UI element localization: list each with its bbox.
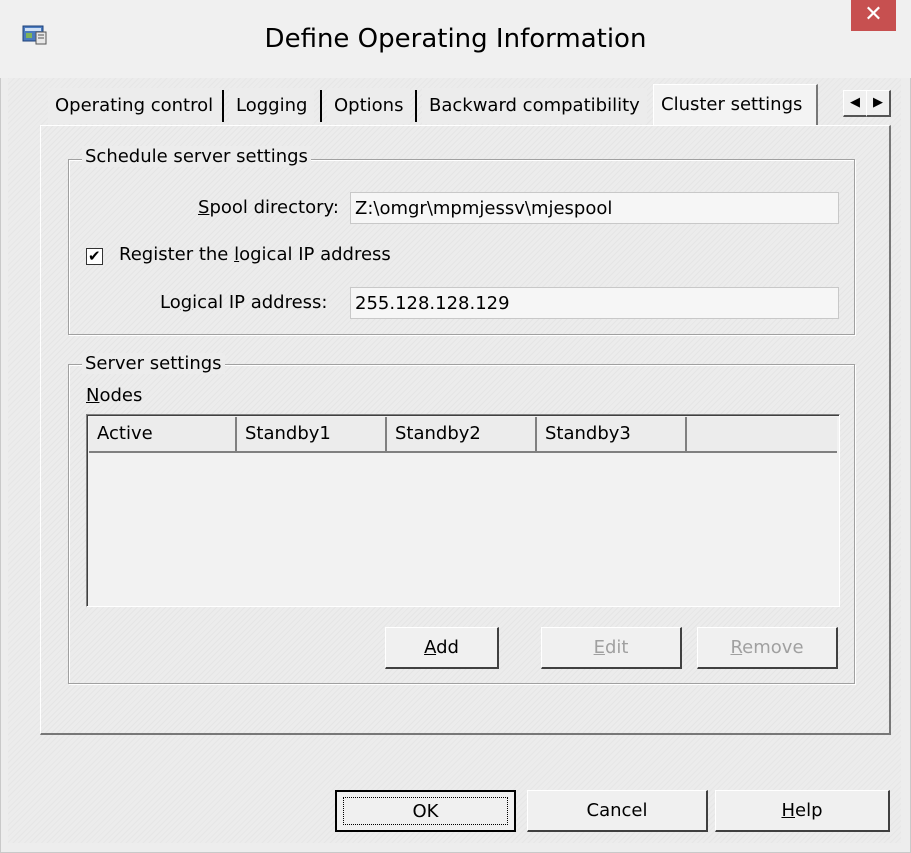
tab-options[interactable]: Options [327,88,411,124]
add-button[interactable]: Add [385,627,499,669]
tab-divider [415,90,417,122]
server-settings-legend: Server settings [82,353,225,374]
tab-divider [222,90,224,122]
register-ip-checkbox[interactable]: ✔ [86,247,103,265]
list-header: Active Standby1 Standby2 Standby3 [89,417,837,453]
column-header-active[interactable]: Active [89,417,237,451]
close-button[interactable]: ✕ [851,0,896,31]
spool-directory-input[interactable]: Z:\omgr\mpmjessv\mjespool [350,192,839,224]
column-header-standby2[interactable]: Standby2 [387,417,537,451]
tab-label: Backward compatibility [429,95,640,116]
cancel-button[interactable]: Cancel [527,790,708,832]
checkmark-icon: ✔ [88,247,101,265]
tab-backward-compatibility[interactable]: Backward compatibility [422,88,647,124]
logical-ip-input[interactable]: 255.128.128.129 [350,287,839,319]
window-title: Define Operating Information [264,24,647,54]
remove-button[interactable]: Remove [697,627,838,669]
help-button[interactable]: Help [715,790,890,832]
focus-rectangle [343,797,508,825]
arrow-left-icon: ◀ [850,95,860,110]
ok-button[interactable]: OK [335,790,516,832]
tab-operating-control[interactable]: Operating control [48,88,221,124]
tab-cluster-settings[interactable]: Cluster settings [653,84,818,127]
title-bar[interactable]: Define Operating Information ✕ [0,0,911,78]
arrow-right-icon: ▶ [873,95,883,110]
nodes-list-view[interactable]: Active Standby1 Standby2 Standby3 [86,414,840,607]
spool-directory-label: Spool directory: [198,197,339,218]
tab-label: Cluster settings [661,94,803,115]
tab-label: Options [334,95,404,116]
tab-label: Logging [236,95,308,116]
column-header-standby1[interactable]: Standby1 [237,417,387,451]
tab-label: Operating control [55,95,214,116]
register-ip-label[interactable]: Register the logical IP address [119,244,391,265]
tab-divider [320,90,322,122]
tab-logging[interactable]: Logging [229,88,315,124]
edit-button[interactable]: Edit [541,627,682,669]
column-header-standby3[interactable]: Standby3 [537,417,687,451]
tab-scroll-right-button[interactable]: ▶ [866,90,891,117]
schedule-server-legend: Schedule server settings [82,146,311,167]
logical-ip-label: Logical IP address: [160,292,328,313]
tab-scroll-left-button[interactable]: ◀ [843,90,868,117]
close-icon: ✕ [864,2,883,27]
nodes-label: Nodes [86,385,143,406]
